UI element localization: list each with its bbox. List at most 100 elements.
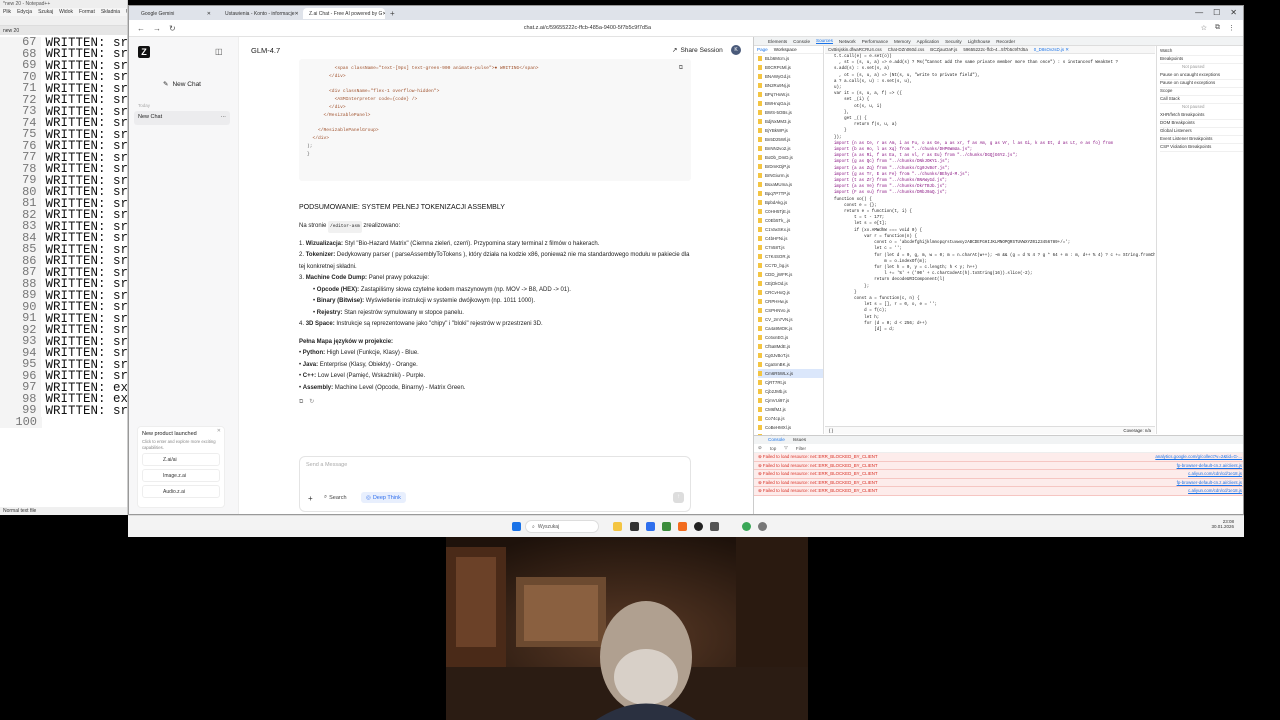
error-source-link[interactable]: fp-browser-default-cn.z.ai/client.js [1177, 463, 1242, 469]
navigator-tab[interactable]: Workspace [774, 47, 797, 52]
forward-icon[interactable]: → [153, 24, 161, 33]
copy-answer-icon[interactable]: ⧉ [299, 397, 303, 409]
deep-think-toggle[interactable]: ◎ Deep Think [361, 492, 406, 503]
back-icon[interactable]: ← [137, 24, 145, 33]
devtools-tab[interactable]: Memory [894, 39, 911, 44]
file-item[interactable]: BN2Ru9Nj.js [758, 81, 823, 90]
file-item[interactable]: Cjb2JMb.js [758, 387, 823, 396]
record-icon[interactable] [694, 522, 703, 531]
browser-tab[interactable]: Google Gemini ✕ [135, 8, 217, 19]
error-source-link[interactable]: analytics.google.com/g/collect?v=2&tid=G… [1155, 454, 1242, 460]
editor-tab[interactable]: BCZjauOaF.js [930, 47, 957, 52]
notepad-icon[interactable] [662, 522, 671, 531]
navigator-tab[interactable]: Page [757, 47, 768, 52]
close-promo-icon[interactable]: ✕ [217, 428, 221, 434]
file-item[interactable]: BdjNxMM3.js [758, 117, 823, 126]
taskbar-search[interactable]: ⌕ Wyszukaj [525, 520, 599, 533]
file-item[interactable]: CSPHNVo.js [758, 306, 823, 315]
search-toggle[interactable]: ⌕ Search [324, 494, 347, 501]
promo-link[interactable]: Z.ai/ai [142, 453, 220, 466]
file-item[interactable]: C7K4SOR.js [758, 252, 823, 261]
file-item[interactable]: C4bHFNi.js [758, 234, 823, 243]
debugger-section[interactable]: Call Stack [1160, 96, 1243, 104]
debugger-section[interactable]: Pause on caught exceptions [1160, 80, 1243, 88]
model-selector[interactable]: GLM-4.7 [251, 46, 280, 55]
menu-item[interactable]: Widok [59, 9, 73, 15]
file-item[interactable]: BoDb_DmD.js [758, 153, 823, 162]
devtools-tab[interactable]: Security [945, 39, 962, 44]
menu-item[interactable]: Szukaj [38, 9, 53, 15]
file-item[interactable]: BWHnqGa.js [758, 99, 823, 108]
debugger-section[interactable]: XHR/fetch Breakpoints [1160, 112, 1243, 120]
bookmark-icon[interactable]: ☆ [1201, 24, 1207, 32]
url-field[interactable]: chat.z.ai/c/59655222c-ffcb-485a-9400-5f7… [524, 25, 651, 31]
history-item[interactable]: New Chat ··· [134, 111, 230, 125]
file-item[interactable]: C0HH5TjE.js [758, 207, 823, 216]
file-item[interactable]: CV_2m7VN.js [758, 315, 823, 324]
devtools-tab[interactable]: Recorder [996, 39, 1015, 44]
file-item[interactable]: BrNGiurm.js [758, 171, 823, 180]
maximize-button[interactable]: ☐ [1213, 8, 1220, 17]
notepad-tab[interactable]: new 20 [0, 26, 127, 35]
promo-link[interactable]: Image.z.ai [142, 469, 220, 482]
send-button[interactable]: ↑ [673, 492, 684, 503]
devtools-tab[interactable]: Sources [816, 38, 833, 44]
drawer-tab[interactable]: Issues [793, 437, 806, 443]
devtools-tab[interactable]: Network [839, 39, 856, 44]
file-item[interactable]: BPq7HxW.js [758, 90, 823, 99]
clock[interactable]: 23:08 30.01.2026 [1211, 519, 1234, 529]
message-input[interactable]: Send a Message [306, 462, 347, 468]
file-item[interactable]: BLb6Mcm.js [758, 54, 823, 63]
file-item[interactable]: BpbdAkg.js [758, 198, 823, 207]
file-item[interactable]: CjmVUi97.js [758, 396, 823, 405]
file-item[interactable]: CC7D_bg.js [758, 261, 823, 270]
chrome-icon[interactable] [742, 522, 751, 531]
error-source-link[interactable]: c.aliyun.com/cdn/cd/1e18.js [1188, 471, 1242, 477]
editor-tab[interactable]: 0_D8sOvzsD.js ✕ [1034, 47, 1069, 52]
file-item[interactable]: CgaSmBK.js [758, 360, 823, 369]
close-tab-icon[interactable]: ✕ [382, 11, 385, 17]
browser-tab[interactable]: Z.ai Chat - Free AI powered by G✕ [303, 7, 385, 19]
menu-item[interactable]: Składnia [101, 9, 120, 15]
menu-item[interactable]: Plik [3, 9, 11, 15]
debugger-section[interactable]: CSP Violation Breakpoints [1160, 144, 1243, 152]
notepad-editor[interactable]: 67 WRITTEN: sr 68 WRITTEN: sr 69 WRITTEN: sr 7… [0, 36, 127, 505]
debugger-section[interactable]: DOM Breakpoints [1160, 120, 1243, 128]
settings-icon[interactable] [758, 522, 767, 531]
debugger-section[interactable]: Pause on uncaught exceptions [1160, 72, 1243, 80]
debugger-section[interactable]: Event Listener Breakpoints [1160, 136, 1243, 144]
file-item[interactable]: C0Eb5Tk_.js [758, 216, 823, 225]
file-explorer-icon[interactable] [613, 522, 622, 531]
start-icon[interactable] [512, 522, 521, 531]
error-source-link[interactable]: fp-browser-default-cn.z.ai/client.js [1177, 480, 1242, 486]
debugger-section[interactable]: Global Listeners [1160, 128, 1243, 136]
app-icon[interactable] [710, 522, 719, 531]
copy-icon[interactable]: ⧉ [679, 65, 683, 72]
regenerate-icon[interactable]: ↻ [309, 397, 314, 409]
editor-tab[interactable]: 59655222c-ffcb-4...5f7b5c9f7d5a [963, 47, 1027, 52]
attach-icon[interactable]: + [308, 494, 313, 503]
editor-tab[interactable]: Chat-DZn060d.css [888, 47, 925, 52]
file-item[interactable]: BnNN2vo2.js [758, 144, 823, 153]
drawer-tab[interactable]: Console [768, 437, 785, 443]
reload-icon[interactable]: ↻ [169, 24, 176, 33]
file-item[interactable]: CM6fMJ.js [758, 405, 823, 414]
sidebar-toggle-icon[interactable]: ◫ [215, 47, 223, 56]
devtools-tab[interactable]: Elements [768, 39, 787, 44]
file-item[interactable]: Cc6xnEG.js [758, 333, 823, 342]
file-item[interactable]: BrDmKDjP.js [758, 162, 823, 171]
debugger-section[interactable]: Scope [1160, 88, 1243, 96]
new-tab-button[interactable]: + [390, 9, 395, 18]
menu-item[interactable]: Format [79, 9, 95, 15]
source-editor[interactable]: CvBisjskin.dfwaRCRU4.css Chat-DZn060d.cs… [825, 46, 1155, 434]
file-item[interactable]: BWS-5OBs.js [758, 108, 823, 117]
file-item[interactable]: CRPHHw.js [758, 297, 823, 306]
file-item[interactable]: CRCvHxQ.js [758, 288, 823, 297]
pretty-print-button[interactable]: { } [829, 428, 833, 433]
devtools-tab[interactable]: Performance [862, 39, 888, 44]
minimize-button[interactable]: — [1195, 8, 1203, 17]
file-item[interactable]: Cf5a8MdE.js [758, 342, 823, 351]
debugger-section[interactable]: Watch [1160, 48, 1243, 56]
zai-logo[interactable]: Z [138, 46, 150, 58]
app-icon[interactable] [646, 522, 655, 531]
